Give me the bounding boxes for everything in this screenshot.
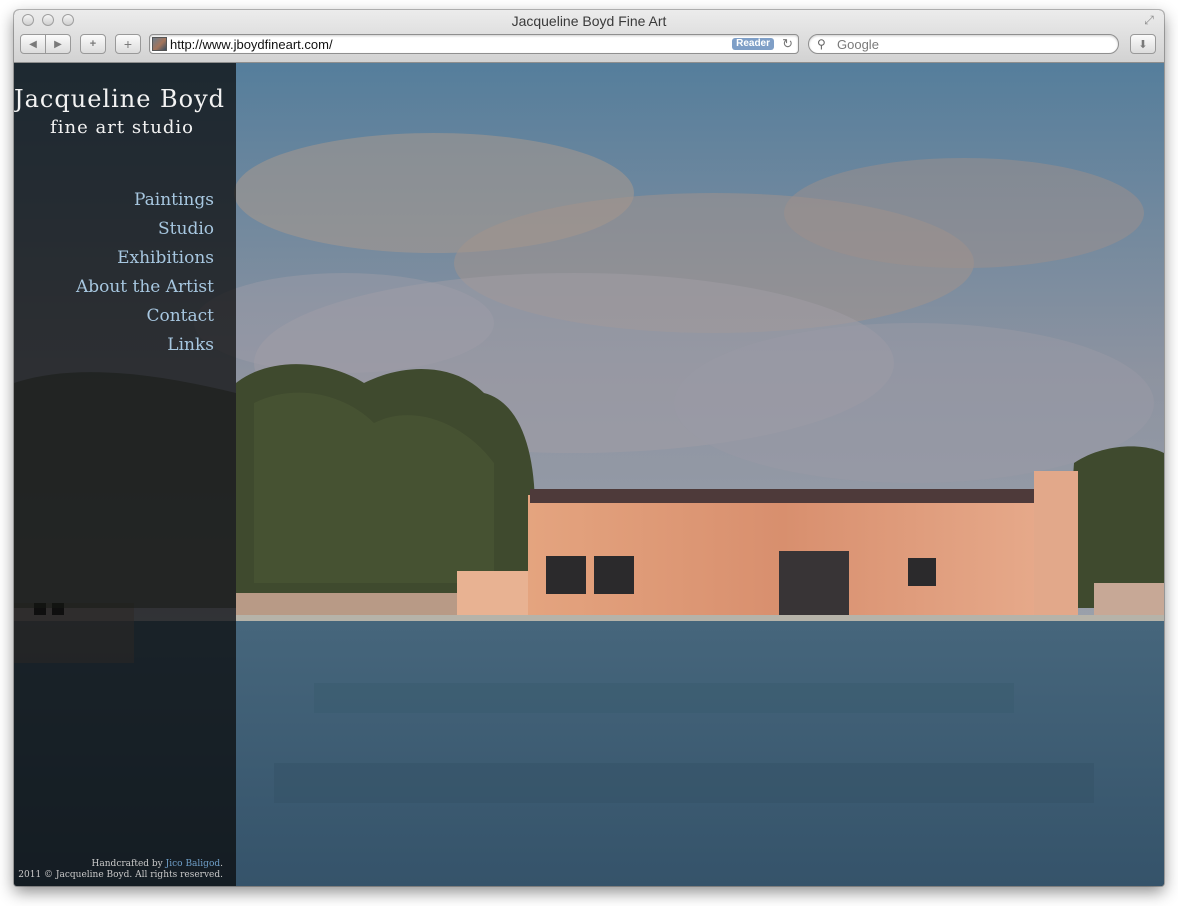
window-title: Jacqueline Boyd Fine Art (511, 13, 667, 29)
nav-link-links[interactable]: Links (76, 331, 214, 360)
search-field[interactable]: ⚲ Google (808, 34, 1119, 54)
reload-icon[interactable]: ↻ (782, 36, 793, 52)
footer-credit-link[interactable]: Jico Baligod (166, 859, 220, 869)
address-bar-url[interactable]: http://www.jboydfineart.com/ (170, 37, 333, 52)
footer-credit: Handcrafted by Jico Baligod. (14, 859, 223, 870)
back-arrow-icon: ◀ (29, 38, 37, 50)
site-logo-tagline[interactable]: fine art studio (14, 117, 194, 138)
sidebar: Jacqueline Boyd fine art studio Painting… (14, 63, 236, 886)
nav-link-studio[interactable]: Studio (76, 215, 214, 244)
plus-icon: + (123, 36, 133, 52)
footer-credit-prefix: Handcrafted by (91, 859, 166, 869)
main-navigation: Paintings Studio Exhibitions About the A… (76, 186, 214, 360)
address-bar[interactable]: http://www.jboydfineart.com/ Reader ↻ (149, 34, 799, 54)
nav-link-paintings[interactable]: Paintings (76, 186, 214, 215)
nav-link-about-the-artist[interactable]: About the Artist (76, 273, 214, 302)
nav-link-exhibitions[interactable]: Exhibitions (76, 244, 214, 273)
forward-button[interactable]: ▶ (45, 34, 71, 54)
footer-copyright: 2011 © Jacqueline Boyd. All rights reser… (18, 870, 223, 880)
search-placeholder: Google (837, 37, 879, 52)
footer-credit-suffix: . (220, 859, 223, 869)
site-favicon-icon (152, 37, 167, 51)
search-icon: ⚲ (817, 37, 826, 51)
fullscreen-icon[interactable]: ⤢ (1142, 13, 1156, 27)
add-bookmark-icon: + (89, 38, 97, 50)
reader-button[interactable]: Reader (732, 38, 774, 50)
download-icon: ⬇ (1138, 38, 1148, 51)
back-button[interactable]: ◀ (20, 34, 46, 54)
nav-link-contact[interactable]: Contact (76, 302, 214, 331)
page-content: Jacqueline Boyd fine art studio Painting… (14, 63, 1164, 886)
new-tab-button[interactable]: + (115, 34, 141, 54)
site-logo-name[interactable]: Jacqueline Boyd (14, 85, 224, 113)
site-footer: Handcrafted by Jico Baligod. 2011 © Jacq… (14, 859, 223, 881)
browser-toolbar: Jacqueline Boyd Fine Art ⤢ ◀ ▶ + + http:… (14, 10, 1164, 63)
add-bookmark-button[interactable]: + (80, 34, 106, 54)
browser-window: Jacqueline Boyd Fine Art ⤢ ◀ ▶ + + http:… (14, 10, 1164, 886)
downloads-button[interactable]: ⬇ (1130, 34, 1156, 54)
forward-arrow-icon: ▶ (54, 38, 62, 50)
